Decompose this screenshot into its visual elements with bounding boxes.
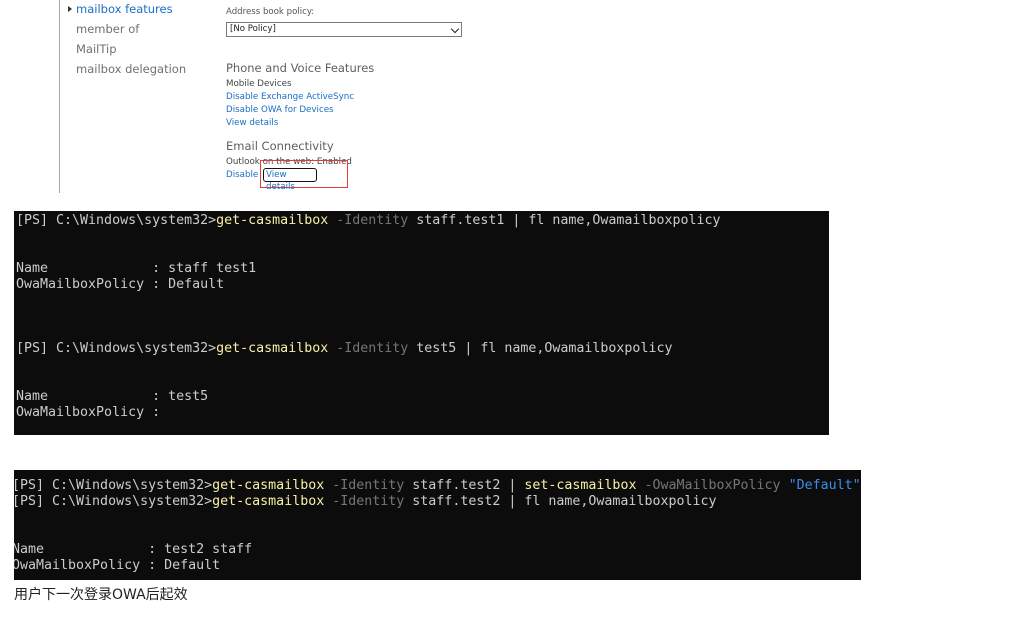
disable-activesync-link[interactable]: Disable Exchange ActiveSync: [226, 92, 354, 102]
nav-item-mailbox-features[interactable]: mailbox features: [68, 1, 186, 21]
phone-view-details-link[interactable]: View details: [226, 118, 278, 128]
caret-right-icon: [68, 6, 72, 12]
properties-nav: mailbox features member of MailTip mailb…: [68, 1, 186, 81]
nav-item-mailbox-delegation[interactable]: mailbox delegation: [68, 61, 186, 81]
caption-text: 用户下一次登录OWA后起效: [14, 587, 188, 603]
address-book-policy-label: Address book policy:: [226, 7, 315, 17]
address-book-policy-select[interactable]: [No Policy]: [226, 22, 462, 37]
nav-item-member-of[interactable]: member of: [68, 21, 186, 41]
panel-divider: [59, 0, 60, 193]
console-line: OwaMailboxPolicy : Default: [16, 277, 225, 292]
chevron-down-icon: [450, 24, 460, 34]
console-line: Name : staff test1: [16, 261, 257, 276]
console-line: OwaMailboxPolicy : Default: [14, 558, 221, 573]
select-value: [No Policy]: [230, 24, 276, 34]
nav-item-mailtip[interactable]: MailTip: [68, 41, 186, 61]
console-line: Name : test5: [16, 389, 209, 404]
console-line: Name : test2 staff: [14, 542, 253, 557]
console-line: OwaMailboxPolicy :: [16, 405, 161, 420]
mobile-devices-label: Mobile Devices: [226, 79, 292, 89]
console-line: [PS] C:\Windows\system32>get-casmailbox …: [14, 478, 861, 493]
powershell-console-1: [PS] C:\Windows\system32>get-casmailbox …: [14, 211, 829, 435]
mailbox-features-content: Address book policy: [No Policy] Phone a…: [226, 7, 556, 180]
mailbox-properties-panel: mailbox features member of MailTip mailb…: [0, 0, 560, 193]
nav-item-label: mailbox features: [76, 2, 173, 16]
console-line: [PS] C:\Windows\system32>get-casmailbox …: [16, 341, 673, 356]
phone-voice-title: Phone and Voice Features: [226, 61, 375, 75]
console-line: [PS] C:\Windows\system32>get-casmailbox …: [16, 213, 721, 228]
disable-owa-devices-link[interactable]: Disable OWA for Devices: [226, 105, 334, 115]
console-line: [PS] C:\Windows\system32>get-casmailbox …: [14, 494, 717, 509]
owa-view-details-link[interactable]: View details: [263, 168, 317, 192]
owa-disable-link[interactable]: Disable: [226, 170, 258, 180]
email-connectivity-title: Email Connectivity: [226, 139, 334, 153]
powershell-console-2: [PS] C:\Windows\system32>get-casmailbox …: [14, 470, 861, 580]
